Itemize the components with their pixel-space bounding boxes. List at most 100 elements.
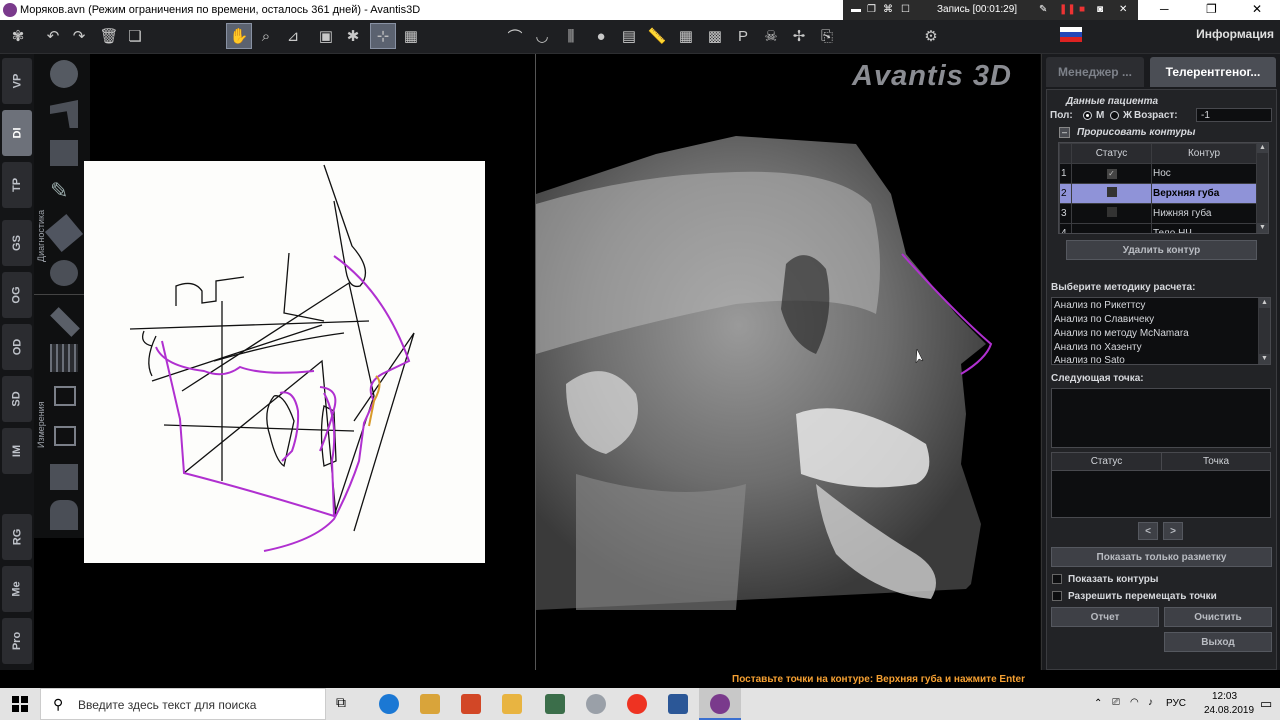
powerpoint-icon[interactable]	[461, 694, 481, 714]
arch-icon[interactable]: ⌒	[502, 23, 528, 49]
point-tool-icon[interactable]: ⊹	[370, 23, 396, 49]
redo-icon[interactable]: ↷	[66, 23, 92, 49]
skull-icon[interactable]: ☠	[758, 23, 784, 49]
allow-move-checkbox[interactable]	[1052, 591, 1062, 601]
show-markup-button[interactable]: Показать только разметку	[1051, 547, 1272, 567]
stop-icon[interactable]: ■	[1079, 4, 1085, 15]
explorer-icon[interactable]	[502, 694, 522, 714]
head-icon[interactable]: ●	[588, 23, 614, 49]
tab-di[interactable]: DI	[2, 110, 32, 156]
tab-sd[interactable]: SD	[2, 376, 32, 422]
tab-me[interactable]: Me	[2, 566, 32, 612]
ruler-tool-icon[interactable]	[44, 214, 84, 252]
app-icon-green[interactable]	[545, 694, 565, 714]
clock-time[interactable]: 12:03	[1212, 691, 1237, 702]
area-s-icon[interactable]	[54, 386, 76, 406]
store-icon[interactable]	[420, 694, 440, 714]
app-icon-gray[interactable]	[586, 694, 606, 714]
logo-icon[interactable]: ✾	[4, 23, 32, 49]
list-item[interactable]: Анализ по Рикеттсу	[1054, 300, 1145, 311]
exit-button[interactable]: Выход	[1164, 632, 1272, 652]
list-item[interactable]: Анализ по методу McNamara	[1054, 328, 1189, 339]
ruler-icon[interactable]: 📏	[644, 23, 670, 49]
zoom-icon[interactable]: ⌕	[253, 23, 279, 49]
next-point-button[interactable]: >	[1163, 522, 1183, 540]
list-item[interactable]: Анализ по Sato	[1054, 355, 1125, 364]
info-label[interactable]: Информация	[1196, 27, 1274, 41]
hand-tool-icon[interactable]: ✋	[226, 23, 252, 49]
pin-icon[interactable]: ⌘	[883, 4, 893, 15]
minimize-icon[interactable]: ─	[1160, 2, 1169, 16]
tab-vp[interactable]: VP	[2, 58, 32, 104]
tab-gs[interactable]: GS	[2, 220, 32, 266]
notifications-icon[interactable]: ▭	[1260, 696, 1272, 712]
teeth-icon[interactable]: ⫼	[558, 23, 584, 49]
list-item[interactable]: Анализ по Славичеку	[1054, 314, 1154, 325]
female-radio[interactable]	[1110, 111, 1119, 120]
method-scrollbar[interactable]: ▲ ▼	[1258, 298, 1270, 364]
language-indicator[interactable]: РУС	[1166, 698, 1186, 709]
grid-dotted-icon[interactable]: ▩	[702, 23, 728, 49]
yandex-icon[interactable]	[627, 694, 647, 714]
table-row[interactable]: 3 Нижняя губа	[1059, 203, 1257, 224]
show-contours-checkbox[interactable]	[1052, 574, 1062, 584]
jaw-icon[interactable]: ◡	[529, 23, 555, 49]
clear-button[interactable]: Очистить	[1164, 607, 1272, 627]
tracing-tool-icon[interactable]: ✎	[50, 178, 78, 206]
profile-view-icon[interactable]	[50, 100, 78, 128]
grid-icon[interactable]: ▦	[673, 23, 699, 49]
export-icon[interactable]: ⎘	[814, 23, 840, 49]
wifi-icon[interactable]: ◠	[1130, 697, 1139, 708]
delete-icon[interactable]: 🗑	[96, 23, 122, 49]
collapse-contours-icon[interactable]: –	[1059, 127, 1070, 138]
settings-icon[interactable]: ⚙	[918, 23, 944, 49]
task-view-icon[interactable]: ⧉	[336, 694, 356, 714]
tab-pro[interactable]: Pro	[2, 618, 32, 664]
airway-icon[interactable]	[50, 500, 78, 530]
copy-icon[interactable]: ❏	[122, 23, 148, 49]
tray-expand-icon[interactable]: ⌃	[1094, 698, 1102, 709]
prev-point-button[interactable]: <	[1138, 522, 1158, 540]
taskbar-search[interactable]: ⚲ Введите здесь текст для поиска	[40, 688, 326, 720]
implant-icon[interactable]: ✢	[786, 23, 812, 49]
avantis-taskbar-button[interactable]	[699, 688, 741, 720]
word-icon[interactable]	[668, 694, 688, 714]
table-row[interactable]: 4 Тело НЧ	[1059, 223, 1257, 233]
tab-og[interactable]: OG	[2, 272, 32, 318]
tab-manager[interactable]: Менеджер ...	[1046, 57, 1144, 87]
table-row[interactable]: 1 ✓ Нос	[1059, 163, 1257, 184]
pen-icon[interactable]: ✎	[1039, 4, 1047, 15]
undo-icon[interactable]: ↶	[40, 23, 66, 49]
report-button[interactable]: Отчет	[1051, 607, 1159, 627]
close-icon[interactable]: ✕	[1252, 2, 1262, 16]
close-recorder-icon[interactable]: ✕	[1119, 4, 1127, 15]
tab-od[interactable]: OD	[2, 324, 32, 370]
grid-select-icon[interactable]: ▦	[398, 23, 424, 49]
network-icon[interactable]: ⎚	[1112, 697, 1120, 708]
contours-scrollbar[interactable]: ▲ ▼	[1256, 143, 1268, 233]
panoramic-view-icon[interactable]	[50, 140, 78, 166]
scroll-down-icon[interactable]: ▼	[1259, 354, 1270, 364]
camera-icon[interactable]: ◙	[1097, 4, 1103, 15]
scroll-down-icon[interactable]: ▼	[1257, 223, 1268, 233]
p-tool-icon[interactable]: P	[730, 23, 756, 49]
pause-icon[interactable]: ❚❚	[1059, 4, 1076, 15]
start-button[interactable]	[0, 688, 40, 720]
angle-tool-icon[interactable]: ⊿	[280, 23, 306, 49]
grid-measure-icon[interactable]	[50, 344, 78, 372]
table-row-selected[interactable]: 2 Верхняя губа	[1059, 183, 1257, 204]
tab-rg[interactable]: RG	[2, 514, 32, 560]
linear-measure-icon[interactable]	[50, 307, 80, 337]
jaw-tool-icon[interactable]	[50, 260, 78, 286]
scroll-up-icon[interactable]: ▲	[1257, 143, 1268, 153]
restore-recorder-icon[interactable]: ❐	[867, 4, 876, 15]
language-flag-icon[interactable]	[1060, 27, 1082, 42]
volume-v-icon[interactable]	[54, 426, 76, 446]
select-area-icon[interactable]: ▣	[313, 23, 339, 49]
minimize-recorder-icon[interactable]: ▬	[851, 4, 861, 15]
maximize-icon[interactable]: ❐	[1206, 2, 1217, 16]
tab-im[interactable]: IM	[2, 428, 32, 474]
filter-icon[interactable]: ✱	[340, 23, 366, 49]
edge-icon[interactable]	[379, 694, 399, 714]
age-field[interactable]: -1	[1196, 108, 1272, 122]
